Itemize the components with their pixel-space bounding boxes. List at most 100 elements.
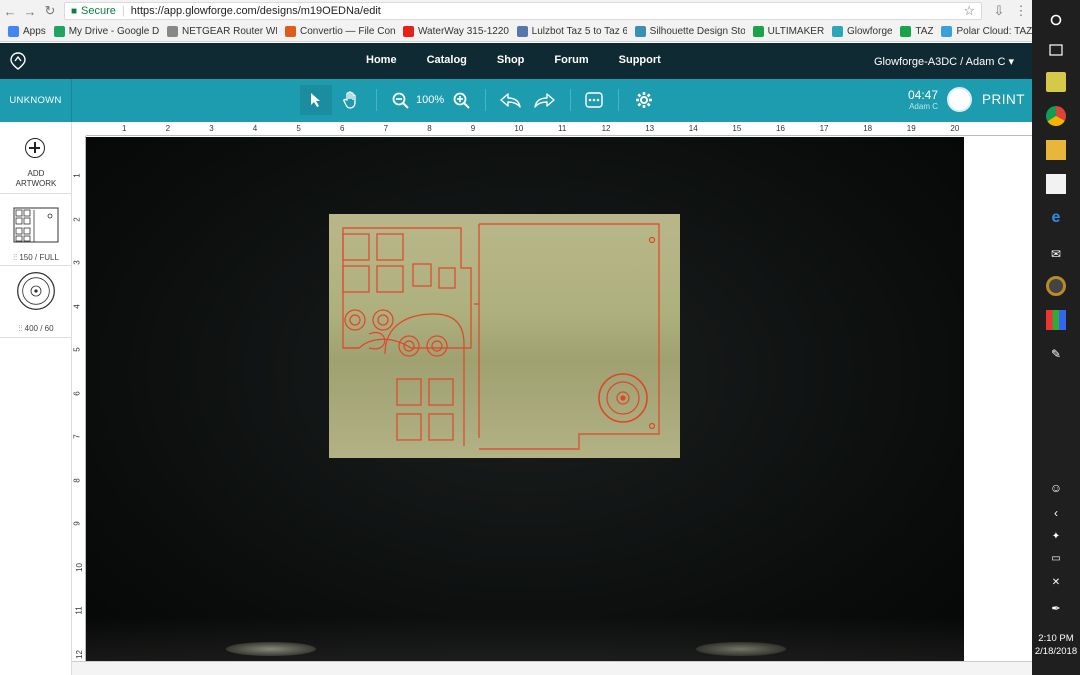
artwork-cut-lines[interactable] — [329, 214, 680, 458]
app-circle-icon[interactable] — [1046, 276, 1066, 296]
bookmark-favicon-icon — [941, 26, 953, 37]
ruler-top-label: 13 — [645, 124, 655, 133]
mail-icon[interactable]: ✉ — [1046, 244, 1066, 264]
store-icon[interactable] — [1046, 174, 1066, 194]
settings-button[interactable] — [632, 85, 656, 115]
artwork-item-seal[interactable]: ⫶⫶ 400 / 60 — [0, 266, 72, 338]
add-artwork-label: ADD ARTWORK — [15, 169, 57, 188]
pointer-icon — [311, 93, 320, 107]
laser-bed-camera-view[interactable] — [86, 137, 964, 661]
url-text[interactable]: https://app.glowforge.com/designs/m19OED… — [131, 5, 964, 17]
ruler-top-label: 1 — [122, 124, 127, 133]
print-button-circle[interactable] — [947, 87, 972, 112]
zoom-level: 100% — [416, 94, 445, 106]
windows-taskbar: e ✉ ✎ ☺ ‹ ✦ ▭ ✕ ✒ 2:10 PM 2/18/2018 — [1032, 0, 1080, 675]
bookmark-item[interactable]: Polar Cloud: TAZ — [941, 26, 1032, 37]
nav-catalog[interactable]: Catalog — [427, 54, 467, 66]
ruler-top-label: 15 — [732, 124, 742, 133]
reload-icon[interactable]: ↻ — [40, 3, 60, 19]
volume-muted-icon[interactable]: ✕ — [1046, 572, 1066, 592]
ruler-top-label: 9 — [470, 124, 476, 133]
bookmark-item[interactable]: Glowforge — [831, 26, 892, 37]
pen-icon[interactable]: ✒ — [1046, 598, 1066, 618]
artwork-item-panel[interactable]: ⫶⫶ 150 / FULL — [0, 194, 72, 266]
system-clock[interactable]: 2:10 PM 2/18/2018 — [1032, 632, 1080, 658]
omnibox[interactable]: ■ Secure | https://app.glowforge.com/des… — [64, 2, 982, 20]
bookmark-favicon-icon — [284, 26, 296, 37]
bookmark-item[interactable]: My Drive - Google D — [53, 26, 159, 37]
bookmark-item[interactable]: ULTIMAKER — [752, 26, 824, 37]
bookmark-star-icon[interactable]: ☆ — [963, 3, 975, 19]
edge-icon[interactable]: e — [1046, 208, 1066, 228]
ruler-top-label: 10 — [514, 124, 524, 133]
main-nav-links: Home Catalog Shop Forum Support — [366, 54, 691, 66]
ruler-left-label: 4 — [72, 303, 82, 309]
add-artwork-button[interactable]: ADD ARTWORK — [0, 122, 72, 194]
panel-thumbnail-icon — [13, 207, 59, 243]
task-view-icon[interactable] — [1046, 40, 1066, 60]
chrome-icon[interactable] — [1046, 106, 1066, 126]
nav-shop[interactable]: Shop — [497, 54, 525, 66]
more-options-button[interactable] — [582, 85, 606, 115]
file-explorer-icon[interactable] — [1046, 140, 1066, 160]
screen: ← → ↻ ■ Secure | https://app.glowforge.c… — [0, 0, 1080, 675]
chevron-left-icon[interactable]: ‹ — [1046, 503, 1066, 523]
zoom-in-button[interactable] — [449, 85, 473, 115]
cortana-icon[interactable] — [1046, 10, 1066, 30]
back-icon[interactable]: ← — [0, 4, 20, 19]
ruler-left-label: 8 — [72, 477, 82, 483]
bookmark-item[interactable]: Silhouette Design Sto — [634, 26, 745, 37]
ruler-top-label: 14 — [688, 124, 698, 133]
material-sheet[interactable] — [329, 214, 680, 458]
forward-icon[interactable]: → — [20, 4, 40, 19]
ruler-top-label: 19 — [906, 124, 916, 133]
zoom-out-button[interactable] — [388, 85, 412, 115]
power-icon[interactable]: ▭ — [1046, 548, 1066, 568]
redo-button[interactable] — [532, 85, 558, 115]
glowforge-logo-icon[interactable] — [10, 52, 26, 70]
ruler-top-label: 3 — [209, 124, 214, 133]
undo-icon — [500, 93, 521, 108]
bookmark-favicon-icon — [8, 26, 19, 37]
app-yellow-icon[interactable] — [1046, 72, 1066, 92]
nav-forum[interactable]: Forum — [554, 54, 588, 66]
ruler-top-label: 2 — [165, 124, 171, 133]
account-menu[interactable]: Glowforge-A3DC / Adam C ▾ — [874, 55, 1014, 68]
app-bars-icon[interactable] — [1046, 310, 1066, 330]
material-selector[interactable]: UNKNOWN — [0, 79, 72, 122]
print-time: 04:47 — [907, 88, 938, 102]
bookmark-item[interactable]: TAZ — [900, 26, 933, 37]
bookmark-item[interactable]: Lulzbot Taz 5 to Taz 6 — [516, 26, 627, 37]
panel-settings: ⫶⫶ 150 / FULL — [13, 253, 59, 262]
bookmark-favicon-icon — [516, 26, 528, 37]
bookmark-favicon-icon — [402, 26, 414, 37]
people-icon[interactable]: ☺ — [1046, 478, 1066, 498]
ruler-left: 1 2 3 4 5 6 7 8 9 10 11 12 — [72, 136, 86, 675]
bookmark-item[interactable]: Convertio — File Con — [284, 26, 395, 37]
extension-icon[interactable]: ⇩ — [988, 3, 1010, 19]
undo-button[interactable] — [497, 85, 523, 115]
bottom-status-bar — [72, 661, 1032, 675]
zoom-in-icon — [453, 92, 470, 109]
ruler-top-label: 16 — [776, 124, 785, 133]
print-button[interactable]: PRINT — [982, 92, 1025, 107]
ruler-top-label: 4 — [252, 124, 258, 133]
ruler-left-label: 9 — [72, 521, 82, 526]
bookmark-item[interactable]: WaterWay 315-1220 — [402, 26, 509, 37]
pan-tool-button[interactable] — [336, 85, 366, 115]
bookmark-item[interactable]: Apps — [8, 26, 46, 37]
security-label: Secure — [81, 5, 116, 17]
bookmark-favicon-icon — [634, 26, 646, 37]
dropbox-icon[interactable]: ✦ — [1046, 526, 1066, 546]
plus-circle-icon — [25, 138, 45, 158]
ruler-top-label: 11 — [558, 124, 567, 133]
app-tool-icon[interactable]: ✎ — [1046, 344, 1066, 364]
nav-home[interactable]: Home — [366, 54, 397, 66]
select-tool-button[interactable] — [300, 85, 332, 115]
menu-kebab-icon[interactable]: ⋮ — [1010, 3, 1032, 19]
nav-support[interactable]: Support — [619, 54, 661, 66]
bookmark-favicon-icon — [166, 26, 178, 37]
ruler-left-label: 5 — [72, 347, 82, 352]
ruler-left-label: 1 — [72, 173, 82, 178]
bookmark-item[interactable]: NETGEAR Router WN — [166, 26, 277, 37]
